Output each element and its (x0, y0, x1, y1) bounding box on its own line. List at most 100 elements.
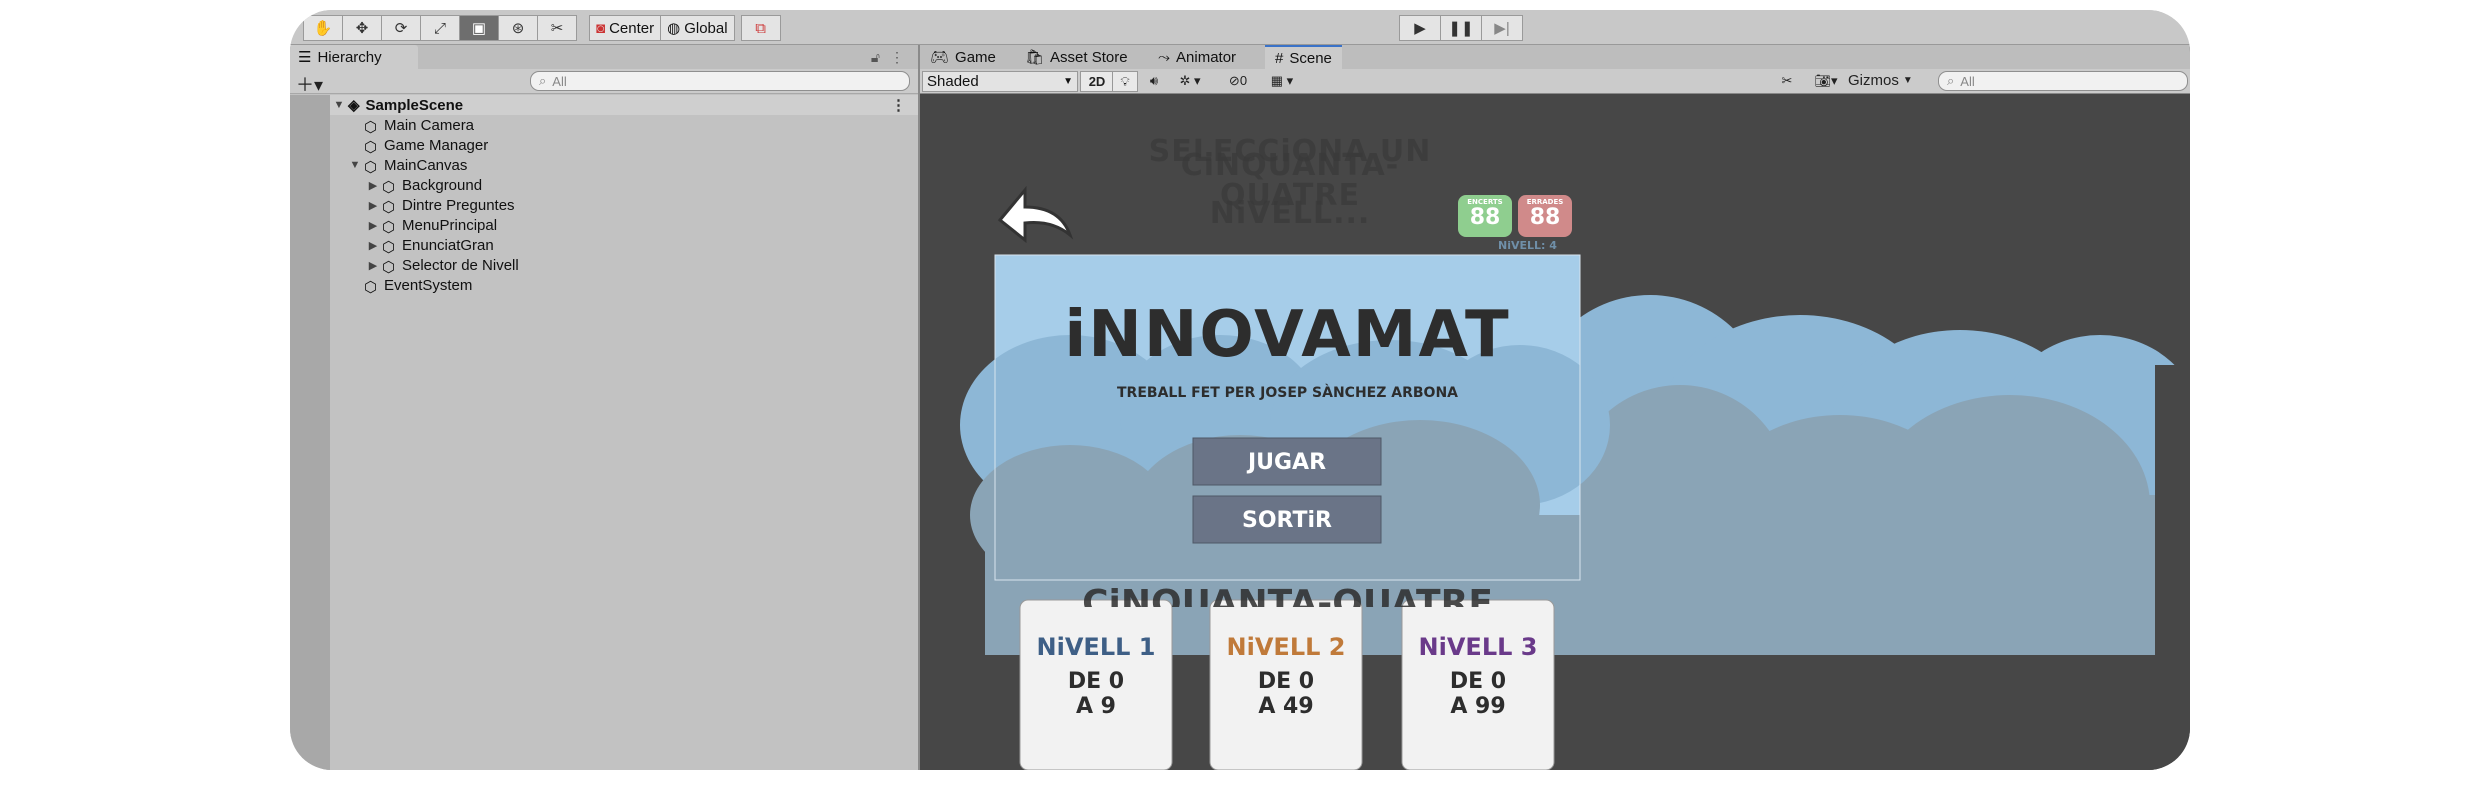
rect-tool-button[interactable]: ▣ (459, 15, 499, 41)
plus-icon: ＋▾ (296, 75, 324, 95)
level-card-title: NiVELL 3 (1418, 633, 1538, 661)
create-button[interactable]: ＋▾ (296, 71, 323, 97)
hierarchy-gutter (290, 95, 330, 770)
heading-line-3: NiVELL... (1209, 196, 1371, 231)
play-icon: ▶ (1414, 20, 1426, 37)
level-card-2[interactable]: NiVELL 2 DE 0 A 49 (1210, 633, 1362, 719)
tree-item[interactable]: ▶ ⬡ Selector de Nivell (330, 255, 918, 277)
level-card-range-from: DE 0 (1449, 669, 1507, 694)
back-arrow-icon[interactable] (997, 185, 1074, 244)
tree-item[interactable]: ▼ ⬡ MainCanvas (330, 155, 918, 177)
gizmos-label: Gizmos (1848, 72, 1899, 89)
grid-dropdown[interactable]: ▦ ▾ (1262, 71, 1302, 90)
tab-animator[interactable]: ⤳ Animator (1148, 45, 1246, 69)
tab-scene[interactable]: # Scene (1265, 45, 1342, 69)
tree-item[interactable]: ▶ ⬡ MenuPrincipal (330, 215, 918, 237)
move-tool-button[interactable]: ✥ (342, 15, 382, 41)
tab-asset-store[interactable]: 🛍︎ Asset Store (1015, 45, 1138, 69)
tree-item[interactable]: ▶ ⬡ EnunciatGran (330, 235, 918, 257)
collapse-arrow-icon[interactable]: ▶ (366, 199, 380, 212)
level-card-title: NiVELL 2 (1226, 633, 1346, 661)
animator-icon: ⤳ (1158, 48, 1171, 66)
scene-menu-icon[interactable]: ⋮ (891, 96, 906, 114)
mode-2d-label: 2D (1088, 74, 1106, 89)
hand-tool-button[interactable]: ✋ (303, 15, 343, 41)
dropdown-arrow-icon: ▼ (1902, 75, 1913, 86)
hierarchy-search-input[interactable]: ⌕ All (530, 71, 910, 91)
hierarchy-tab[interactable]: ☰ Hierarchy (290, 45, 418, 69)
tools-toggle[interactable]: ✂ (1775, 71, 1799, 90)
main-toolbar: ✋ ✥ ⟳ ⤢ ▣ ⊛ ✂ ◙ Center ◍ Global ⧉ ▶ ❚❚ ▶… (290, 10, 2190, 45)
audio-toggle[interactable]: 🔊︎ (1142, 71, 1166, 90)
transform-tool-button[interactable]: ⊛ (498, 15, 538, 41)
effects-dropdown[interactable]: ✲ ▾ (1170, 71, 1210, 90)
wrong-score: ERRADES 88 (1518, 198, 1572, 230)
search-icon: ⌕ (539, 73, 547, 88)
lighting-toggle[interactable]: 💡︎ (1112, 71, 1138, 92)
gizmos-dropdown[interactable]: Gizmos ▼ (1848, 71, 1926, 90)
scene-root-row[interactable]: ▼ ◈ SampleScene ⋮ (330, 95, 918, 115)
pivot-center-button[interactable]: ◙ Center (589, 15, 662, 41)
shading-mode-label: Shaded (927, 73, 979, 90)
step-button[interactable]: ▶| (1481, 15, 1523, 41)
custom-tool-button[interactable]: ✂ (537, 15, 577, 41)
search-icon: ⌕ (1947, 73, 1955, 88)
scene-search-input[interactable]: ⌕ All (1938, 71, 2188, 91)
transform-tools: ✋ ✥ ⟳ ⤢ ▣ ⊛ ✂ (303, 15, 577, 41)
pause-icon: ❚❚ (1448, 20, 1474, 37)
level-card-1[interactable]: NiVELL 1 DE 0 A 9 (1020, 633, 1172, 719)
camera-icon: 📷︎▾ (1814, 72, 1838, 88)
expand-arrow-icon[interactable]: ▼ (348, 159, 362, 171)
rotate-tool-button[interactable]: ⟳ (381, 15, 421, 41)
search-placeholder: All (1960, 73, 1975, 89)
level-card-range-to: A 49 (1258, 694, 1314, 719)
gamepad-icon: 🎮︎ (930, 49, 950, 66)
tab-game[interactable]: 🎮︎ Game (920, 45, 1006, 69)
store-bag-icon: 🛍︎ (1025, 49, 1045, 66)
tree-item[interactable]: ▶ ⬡ Dintre Preguntes (330, 195, 918, 217)
play-button[interactable]: ▶ (1399, 15, 1441, 41)
pivot-global-button[interactable]: ◍ Global (660, 15, 735, 41)
tree-item-label: EventSystem (384, 276, 473, 294)
correct-value: 88 (1469, 205, 1501, 230)
scene-panel: 🎮︎ Game 🛍︎ Asset Store ⤳ Animator # Scen… (920, 45, 2190, 770)
tree-item[interactable]: ⬡ EventSystem (330, 275, 918, 297)
scene-viewport[interactable]: SELECCiONA UN CiNQUANTA-QUATRE NiVELL...… (920, 95, 2190, 770)
wrong-value: 88 (1529, 205, 1561, 230)
shading-mode-dropdown[interactable]: Shaded ▼ (922, 71, 1078, 92)
collapse-arrow-icon[interactable]: ▶ (366, 219, 380, 232)
lightbulb-icon: 💡︎ (1120, 73, 1130, 89)
tree-item-label: Dintre Preguntes (402, 196, 515, 214)
jugar-button-label: JUGAR (1247, 450, 1327, 475)
custom-tool-icon: ✂ (550, 20, 564, 37)
tree-item[interactable]: ▶ ⬡ Background (330, 175, 918, 197)
rect-icon: ▣ (471, 20, 487, 37)
tree-item[interactable]: ⬡ Main Camera (330, 115, 918, 137)
tree-item[interactable]: ⬡ Game Manager (330, 135, 918, 157)
collapse-arrow-icon[interactable]: ▶ (366, 179, 380, 192)
camera-dropdown[interactable]: 📷︎▾ (1808, 71, 1844, 90)
scene-name: SampleScene (365, 96, 464, 114)
hierarchy-tab-tools: 🔓︎ ⋮ (871, 49, 904, 66)
hierarchy-tabbar: ☰ Hierarchy 🔓︎ ⋮ (290, 45, 918, 69)
level-card-range-to: A 99 (1450, 694, 1506, 719)
tree-item-label: Game Manager (384, 136, 489, 154)
scale-tool-button[interactable]: ⤢ (420, 15, 460, 41)
gameobject-cube-icon: ⬡ (382, 199, 396, 216)
snap-button[interactable]: ⧉ (740, 15, 781, 41)
pivot-controls: ◙ Center ◍ Global ⧉ (589, 15, 781, 41)
center-label: Center (609, 19, 655, 37)
gameobject-cube-icon: ⬡ (382, 259, 396, 276)
mode-2d-toggle[interactable]: 2D (1080, 71, 1114, 92)
sortir-button-label: SORTiR (1242, 508, 1332, 533)
scale-icon: ⤢ (433, 19, 446, 37)
collapse-arrow-icon[interactable]: ▶ (366, 259, 380, 272)
lock-icon[interactable]: 🔓︎ (871, 49, 880, 66)
pause-button[interactable]: ❚❚ (1440, 15, 1482, 41)
expand-arrow-icon[interactable]: ▼ (332, 99, 346, 111)
hidden-objects-toggle[interactable]: ⊘ 0 (1220, 71, 1256, 90)
kebab-menu-icon[interactable]: ⋮ (890, 49, 904, 66)
collapse-arrow-icon[interactable]: ▶ (366, 239, 380, 252)
level-card-3[interactable]: NiVELL 3 DE 0 A 99 (1402, 633, 1554, 719)
rotate-icon: ⟳ (394, 20, 408, 37)
